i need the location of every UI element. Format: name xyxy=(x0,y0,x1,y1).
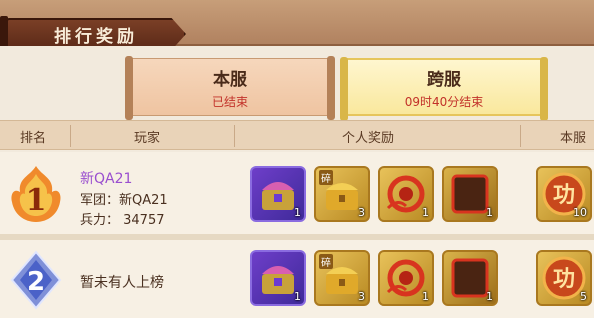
reward-item-slot[interactable]: 1 xyxy=(250,250,306,306)
reward-item-slot[interactable]: 1 xyxy=(250,166,306,222)
item-quantity: 10 xyxy=(573,206,587,219)
item-quantity: 1 xyxy=(294,206,301,219)
reward-item-slot[interactable]: 1 xyxy=(378,166,434,222)
player-legion: 军团：新QA21 xyxy=(80,193,168,208)
rank-number: 2 xyxy=(27,267,45,297)
item-fragment-tag: 碎 xyxy=(319,170,333,185)
player-name[interactable]: 新QA21 xyxy=(80,168,132,188)
tab-local-server-title: 本服 xyxy=(213,69,247,90)
empty-rank-text: 暂未有人上榜 xyxy=(80,275,164,291)
tab-local-server[interactable]: 本服 已结束 xyxy=(125,56,335,120)
item-quantity: 1 xyxy=(422,206,429,219)
player-power: 兵力： 34757 xyxy=(80,213,165,228)
column-divider xyxy=(520,125,521,147)
column-divider xyxy=(70,125,71,147)
tab-local-server-status: 已结束 xyxy=(211,94,248,109)
server-reward-slot[interactable]: 功 10 xyxy=(536,166,592,222)
reward-item-slot[interactable]: 1 xyxy=(442,250,498,306)
reward-item-slot[interactable]: 1 xyxy=(442,166,498,222)
column-divider xyxy=(234,125,235,147)
reward-item-slot[interactable]: 碎 3 xyxy=(314,250,370,306)
tab-cross-server-title: 跨服 xyxy=(427,69,461,90)
reward-item-slot[interactable]: 1 xyxy=(378,250,434,306)
item-fragment-tag: 碎 xyxy=(319,254,333,269)
table-row: 2 暂未有人上榜 1 碎 3 1 1 功 5 xyxy=(0,240,594,318)
item-quantity: 3 xyxy=(358,290,365,303)
item-quantity: 1 xyxy=(422,290,429,303)
rank-1-flame-badge-icon: 1 xyxy=(11,166,61,222)
gong-glyph: 功 xyxy=(553,267,575,292)
column-header-rank: 排名 xyxy=(20,131,47,146)
gong-glyph: 功 xyxy=(553,183,575,208)
column-header-row: 排名 玩家 个人奖励 本服 xyxy=(0,120,594,150)
item-quantity: 3 xyxy=(358,206,365,219)
reward-item-slot[interactable]: 碎 3 xyxy=(314,166,370,222)
item-quantity: 5 xyxy=(580,290,587,303)
column-header-player: 玩家 xyxy=(134,131,161,146)
column-header-server-reward: 本服 xyxy=(560,131,587,146)
rank-2-diamond-badge-icon: 2 xyxy=(10,250,62,310)
table-row: 1 新QA21 军团：新QA21 兵力： 34757 1 碎 3 1 1 功 1… xyxy=(0,152,594,234)
page-title: 排行奖励 xyxy=(54,26,138,47)
item-quantity: 1 xyxy=(486,290,493,303)
item-quantity: 1 xyxy=(486,206,493,219)
tab-cross-server[interactable]: 跨服 09时40分结束 xyxy=(340,57,548,121)
column-header-personal-reward: 个人奖励 xyxy=(342,131,395,146)
item-quantity: 1 xyxy=(294,290,301,303)
server-reward-slot[interactable]: 功 5 xyxy=(536,250,592,306)
rank-number: 1 xyxy=(26,183,47,218)
tab-cross-server-status: 09时40分结束 xyxy=(404,94,484,109)
